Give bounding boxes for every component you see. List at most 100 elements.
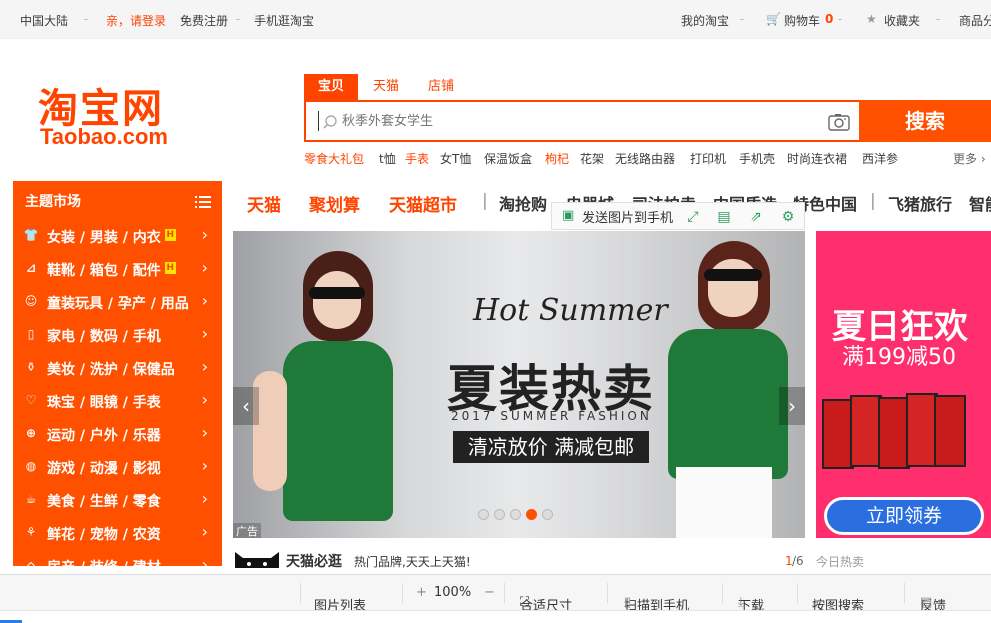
- hotword-link[interactable]: 时尚连衣裙: [787, 150, 847, 167]
- sidebar-item-games[interactable]: ◍ 游戏 / 动漫 / 影视 ›: [13, 450, 222, 483]
- zoom-level: 100%: [434, 585, 472, 600]
- search-button[interactable]: 搜索: [859, 100, 991, 142]
- sidebar-item-kids[interactable]: ☺ 童装玩具 / 孕产 / 用品 ›: [13, 285, 222, 318]
- site-topbar: 中国大陆 - 亲，请登录 免费注册 - 手机逛淘宝 我的淘宝 - 🛒 购物车 0…: [0, 0, 991, 39]
- model-left-figure: [253, 231, 413, 538]
- tab-baobei[interactable]: 宝贝: [304, 74, 359, 100]
- cart-link[interactable]: 购物车: [784, 12, 820, 29]
- carousel-dot[interactable]: [542, 509, 553, 520]
- hotword-link[interactable]: 手机壳: [739, 150, 775, 167]
- ad-label: 广告: [233, 523, 261, 538]
- hotword-link[interactable]: 零食大礼包: [304, 150, 364, 167]
- tab-shop[interactable]: 店铺: [414, 74, 468, 100]
- fullscreen-icon[interactable]: ⤢: [682, 206, 704, 228]
- carousel-dot[interactable]: [494, 509, 505, 520]
- sidebar-item-label: 女装 / 男装 / 内衣 H: [47, 229, 176, 246]
- nav-fliggy[interactable]: 飞猪旅行: [888, 191, 952, 215]
- zoom-out-button[interactable]: −: [484, 585, 495, 600]
- image-viewer-toolbar: 图片列表 ⌄ + 100% − 合适尺寸 ⛶ 扫描到手机 ▯ 下载 ⤓ 按图搜索…: [0, 574, 991, 614]
- chevron-right-icon: ›: [201, 324, 208, 343]
- download-icon: ⤓: [738, 595, 744, 610]
- camera-icon[interactable]: [828, 113, 850, 131]
- banner-tagline: 清凉放价 满减包邮: [453, 431, 649, 463]
- taobao-logo[interactable]: 淘宝网 Taobao.com: [34, 72, 204, 152]
- nav-tmall[interactable]: 天猫: [247, 191, 281, 216]
- sidebar-item-label: 童装玩具 / 孕产 / 用品: [47, 296, 189, 312]
- carousel-dot[interactable]: [510, 509, 521, 520]
- banner-script-title: Hot Summer: [473, 293, 668, 328]
- login-link[interactable]: 亲，请登录: [106, 12, 166, 29]
- hotword-link[interactable]: 枸杞: [545, 150, 569, 167]
- hot-badge: H: [164, 262, 176, 274]
- sidebar-item-electronics[interactable]: ▯ 家电 / 数码 / 手机 ›: [13, 318, 222, 351]
- toolbar-divider: [300, 583, 301, 603]
- search-input[interactable]: [342, 110, 812, 132]
- sidebar-item-label: 美食 / 生鲜 / 零食: [47, 494, 161, 510]
- boot-icon: ⊿: [25, 261, 37, 275]
- tab-tmall[interactable]: 天猫: [359, 74, 413, 100]
- carousel-next-button[interactable]: ›: [779, 387, 805, 425]
- hero-banner[interactable]: Hot Summer 夏装热卖 2017 SUMMER FASHION 清凉放价…: [233, 231, 805, 538]
- claim-coupon-button[interactable]: 立即领券: [824, 497, 984, 535]
- cup-icon: ☕: [25, 492, 37, 506]
- chevron-right-icon: ›: [201, 489, 208, 508]
- image-hover-toolbar: ▣ 发送图片到手机 ⤢ ▤ ⇗ ⚙: [551, 202, 805, 230]
- tmall-bar-title[interactable]: 天猫必逛: [286, 551, 342, 571]
- phone-icon: ▯: [624, 595, 632, 610]
- search-box: [304, 100, 860, 142]
- toolbar-divider: [722, 583, 723, 603]
- hotword-link[interactable]: 花架: [580, 150, 604, 167]
- hot-search-words: 零食大礼包 t恤 手表 女T恤 保温饭盒 枸杞 花架 无线路由器 打印机 手机壳…: [304, 150, 991, 168]
- heart-icon: ♡: [25, 393, 37, 407]
- sidebar-item-label: 运动 / 户外 / 乐器: [47, 428, 161, 444]
- carousel-dot[interactable]: [526, 509, 537, 520]
- sidebar-title: 主题市场: [25, 194, 81, 210]
- mobile-link[interactable]: 手机逛淘宝: [254, 12, 314, 29]
- sidebar-item-shoes[interactable]: ⊿ 鞋靴 / 箱包 / 配件 H ›: [13, 252, 222, 285]
- register-link[interactable]: 免费注册: [180, 12, 228, 29]
- hotword-link[interactable]: t恤: [379, 150, 396, 167]
- gear-icon[interactable]: ⚙: [777, 206, 799, 228]
- chevron-right-icon: ›: [201, 423, 208, 442]
- my-taobao-link[interactable]: 我的淘宝: [681, 12, 729, 29]
- image-search-icon: ⌕: [812, 595, 820, 610]
- sidebar-item-clothing[interactable]: 👕 女装 / 男装 / 内衣 H ›: [13, 219, 222, 252]
- share-icon[interactable]: ⇗: [745, 206, 767, 228]
- tmall-cat-icon: [235, 552, 279, 568]
- star-icon: ★: [866, 12, 877, 26]
- hotword-link[interactable]: 打印机: [690, 150, 726, 167]
- hotword-link[interactable]: 无线路由器: [615, 150, 675, 167]
- more-link[interactable]: 商品分: [959, 12, 991, 29]
- carousel-dot[interactable]: [478, 509, 489, 520]
- sidebar-item-beauty[interactable]: ⚱ 美妆 / 洗护 / 保健品 ›: [13, 351, 222, 384]
- list-icon[interactable]: [195, 195, 211, 209]
- zoom-in-button[interactable]: +: [416, 585, 427, 600]
- side-ad-banner[interactable]: 夏日狂欢 满199减50 立即领券: [816, 231, 991, 538]
- region-selector[interactable]: 中国大陆: [20, 12, 68, 29]
- hotword-link[interactable]: 西洋参: [862, 150, 898, 167]
- today-hot-label: 今日热卖: [816, 555, 865, 569]
- chevron-right-icon: ›: [201, 390, 208, 409]
- sidebar-item-jewelry[interactable]: ♡ 珠宝 / 眼镜 / 手表 ›: [13, 384, 222, 417]
- sidebar-item-sports[interactable]: ⊕ 运动 / 户外 / 乐器 ›: [13, 417, 222, 450]
- chevron-right-icon: ›: [201, 555, 208, 574]
- hotword-link[interactable]: 手表: [405, 150, 429, 167]
- nav-juhuasuan[interactable]: 聚划算: [309, 191, 360, 216]
- hotword-link[interactable]: 女T恤: [440, 150, 471, 167]
- nav-taoqianggou[interactable]: 淘抢购: [499, 191, 547, 215]
- sidebar-item-flowers[interactable]: ⚘ 鲜花 / 宠物 / 农资 ›: [13, 516, 222, 549]
- fit-size-icon: ⛶: [520, 595, 530, 610]
- favorites-link[interactable]: 收藏夹: [884, 12, 920, 29]
- hotword-link[interactable]: 保温饭盒: [484, 150, 532, 167]
- carousel-prev-button[interactable]: ‹: [233, 387, 259, 425]
- sidebar-item-label: 美妆 / 洗护 / 保健品: [47, 362, 175, 378]
- nav-smart[interactable]: 智能: [969, 191, 991, 215]
- nav-tmall-supermarket[interactable]: 天猫超市: [389, 191, 457, 216]
- more-hotwords-link[interactable]: 更多 ›: [953, 150, 986, 167]
- sidebar-item-food[interactable]: ☕ 美食 / 生鲜 / 零食 ›: [13, 483, 222, 516]
- save-icon[interactable]: ▤: [713, 206, 735, 228]
- chevron-right-icon: ›: [201, 291, 208, 310]
- chevron-right-icon: ›: [201, 357, 208, 376]
- send-to-phone-button[interactable]: 发送图片到手机: [582, 207, 673, 227]
- toolbar-divider: [904, 583, 905, 603]
